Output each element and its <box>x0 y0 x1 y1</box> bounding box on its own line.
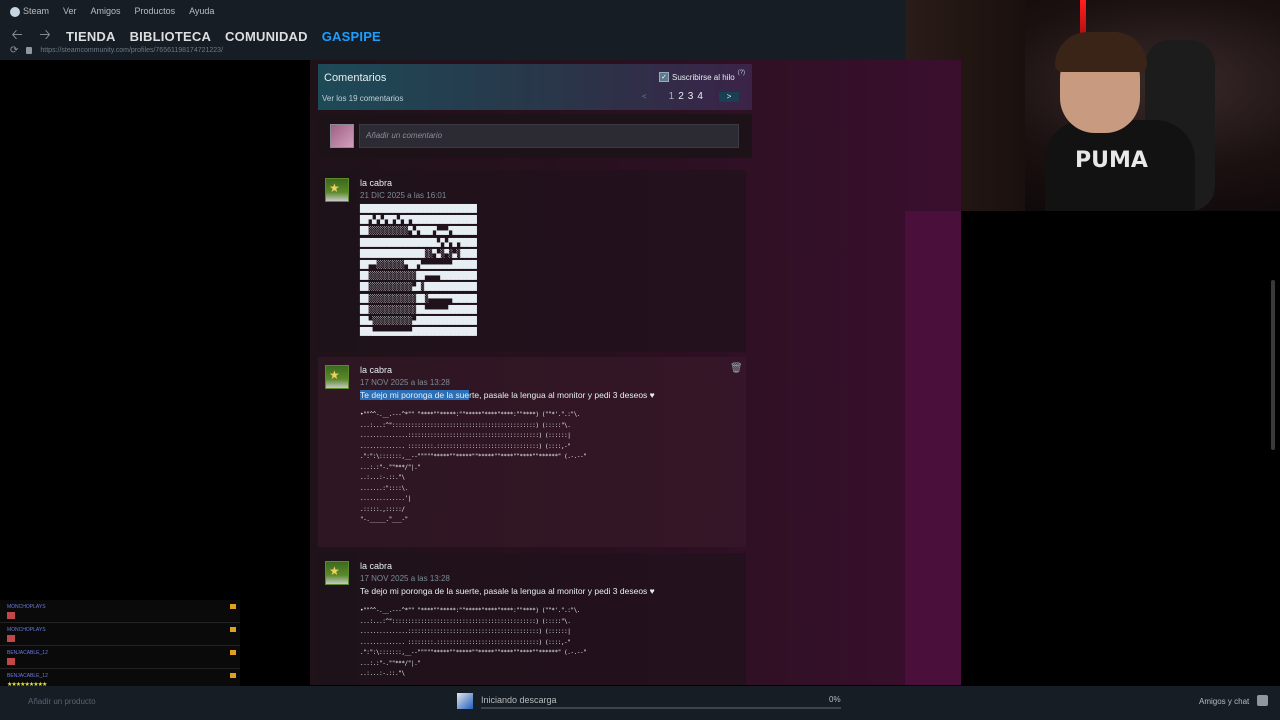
comment-author[interactable]: la cabra <box>360 561 392 571</box>
chat-emote <box>7 658 15 665</box>
comment-text: Te dejo mi poronga de la suerte, pasale … <box>360 586 655 596</box>
tab-biblioteca[interactable]: BIBLIOTECA <box>130 29 211 44</box>
download-percent: 0% <box>829 695 841 704</box>
comment-ascii-art: █████████████████████████████ ██▀▄▀▄▀█▀▄… <box>360 204 477 337</box>
webcam-overlay: PUMA <box>905 0 1280 211</box>
tab-comunidad[interactable]: COMUNIDAD <box>225 29 308 44</box>
chat-badge-icon <box>230 650 236 655</box>
lock-icon <box>26 47 33 54</box>
view-all-comments-link[interactable]: Ver los 19 comentarios <box>322 94 403 103</box>
comment-item: ★ la cabra 21 DIC 2025 a las 16:01 █████… <box>318 170 746 352</box>
comment-ascii-art: •""^^-.__.---^*"" "****""*****:""*****"*… <box>360 412 587 523</box>
chat-message: BENJACABLE_12 <box>0 646 240 669</box>
friends-chat-button[interactable]: Amigos y chat <box>1199 697 1249 706</box>
chat-badge-icon <box>230 627 236 632</box>
menu-bar: Steam Ver Amigos Productos Ayuda <box>10 6 214 17</box>
chat-message: MONCHOPLAYS <box>0 623 240 646</box>
commenter-avatar[interactable]: ★ <box>325 561 349 585</box>
chat-username: BENJACABLE_12 <box>7 673 48 679</box>
tab-gaspipe[interactable]: GASPIPE <box>322 29 381 44</box>
profile-page-background-right <box>905 211 961 685</box>
chat-badge-icon <box>230 604 236 609</box>
comment-author[interactable]: la cabra <box>360 178 392 188</box>
chat-username: MONCHOPLAYS <box>7 627 46 633</box>
avatar-figure-icon: ★ <box>329 564 340 578</box>
menu-item-ver[interactable]: Ver <box>63 6 77 16</box>
pager-page-2[interactable]: 2 <box>678 91 684 102</box>
scrollbar[interactable] <box>1271 280 1275 450</box>
add-game-button[interactable]: Añadir un producto <box>28 697 96 706</box>
reload-icon[interactable]: ⟳ <box>10 45 18 56</box>
menu-item-steam[interactable]: Steam <box>10 6 49 17</box>
menu-item-label: Steam <box>23 6 50 16</box>
pager-page-1[interactable]: 1 <box>669 91 675 102</box>
commenter-avatar[interactable]: ★ <box>325 178 349 202</box>
chat-badge-icon <box>230 673 236 678</box>
my-avatar[interactable] <box>330 124 354 148</box>
pager-prev-button[interactable]: < <box>642 92 647 101</box>
pager-page-4[interactable]: 4 <box>697 91 703 102</box>
chat-emote <box>7 635 15 642</box>
steam-top-chrome: Steam Ver Amigos Productos Ayuda 🡠 🡢 TIE… <box>0 0 905 60</box>
webcam-shirt-logo: PUMA <box>1075 148 1148 173</box>
comment-date: 17 NOV 2025 a las 13:28 <box>360 574 450 583</box>
chat-message: MONCHOPLAYS <box>0 600 240 623</box>
pager-page-3[interactable]: 3 <box>688 91 694 102</box>
stream-chat: MONCHOPLAYS MONCHOPLAYS BENJACABLE_12 BE… <box>0 600 240 692</box>
chat-emote <box>7 612 15 619</box>
subscribe-thread[interactable]: ✓ Suscribirse al hilo (?) <box>659 70 745 82</box>
comments-header: Comentarios Ver los 19 comentarios ✓ Sus… <box>318 64 752 110</box>
commenter-avatar[interactable]: ★ <box>325 365 349 389</box>
comment-text-rest: rte, pasale la lengua al monitor y pedi … <box>469 390 655 400</box>
comment-date: 21 DIC 2025 a las 16:01 <box>360 191 447 200</box>
steam-bottom-bar: Añadir un producto Iniciando descarga 0%… <box>0 686 1280 720</box>
comment-author[interactable]: la cabra <box>360 365 392 375</box>
menu-item-ayuda[interactable]: Ayuda <box>189 6 214 16</box>
comment-text: Te dejo mi poronga de la suerte, pasale … <box>360 390 655 400</box>
add-comment-box: Añadir un comentario <box>318 114 752 158</box>
download-progress-bar <box>481 707 841 709</box>
comment-item: ★ la cabra 17 NOV 2025 a las 13:28 Te de… <box>318 357 746 547</box>
chat-username: MONCHOPLAYS <box>7 604 46 610</box>
url-row: ⟳ https://steamcommunity.com/profiles/76… <box>10 45 223 56</box>
trash-icon[interactable]: 🗑 <box>730 363 743 374</box>
friends-icon[interactable] <box>1257 695 1268 706</box>
right-empty-area <box>961 211 1280 685</box>
comment-input[interactable]: Añadir un comentario <box>359 124 739 148</box>
avatar-figure-icon: ★ <box>329 368 340 382</box>
help-icon[interactable]: (?) <box>738 70 745 76</box>
download-game-icon[interactable] <box>457 693 473 709</box>
avatar-figure-icon: ★ <box>329 181 340 195</box>
comments-title: Comentarios <box>324 72 387 84</box>
tab-tienda[interactable]: TIENDA <box>66 29 116 44</box>
chat-username: BENJACABLE_12 <box>7 650 48 656</box>
selected-text: Te dejo mi poronga de la sue <box>360 390 470 400</box>
comment-date: 17 NOV 2025 a las 13:28 <box>360 378 450 387</box>
subscribe-checkbox[interactable]: ✓ <box>659 72 669 82</box>
webcam-person-hair <box>1055 32 1147 72</box>
download-status[interactable]: Iniciando descarga <box>481 695 557 705</box>
comment-ascii-art: •""^^-.__.---^*"" "****""*****:""*****"*… <box>360 608 587 677</box>
steam-logo-icon <box>10 6 20 17</box>
comments-pager: < 1 2 3 4 > <box>642 91 739 102</box>
menu-item-amigos[interactable]: Amigos <box>91 6 121 16</box>
pager-next-button[interactable]: > <box>718 91 739 102</box>
subscribe-label: Suscribirse al hilo <box>672 72 735 82</box>
url-text[interactable]: https://steamcommunity.com/profiles/7656… <box>40 47 223 54</box>
menu-item-productos[interactable]: Productos <box>135 6 176 16</box>
comment-item: ★ la cabra 17 NOV 2025 a las 13:28 Te de… <box>318 553 746 685</box>
